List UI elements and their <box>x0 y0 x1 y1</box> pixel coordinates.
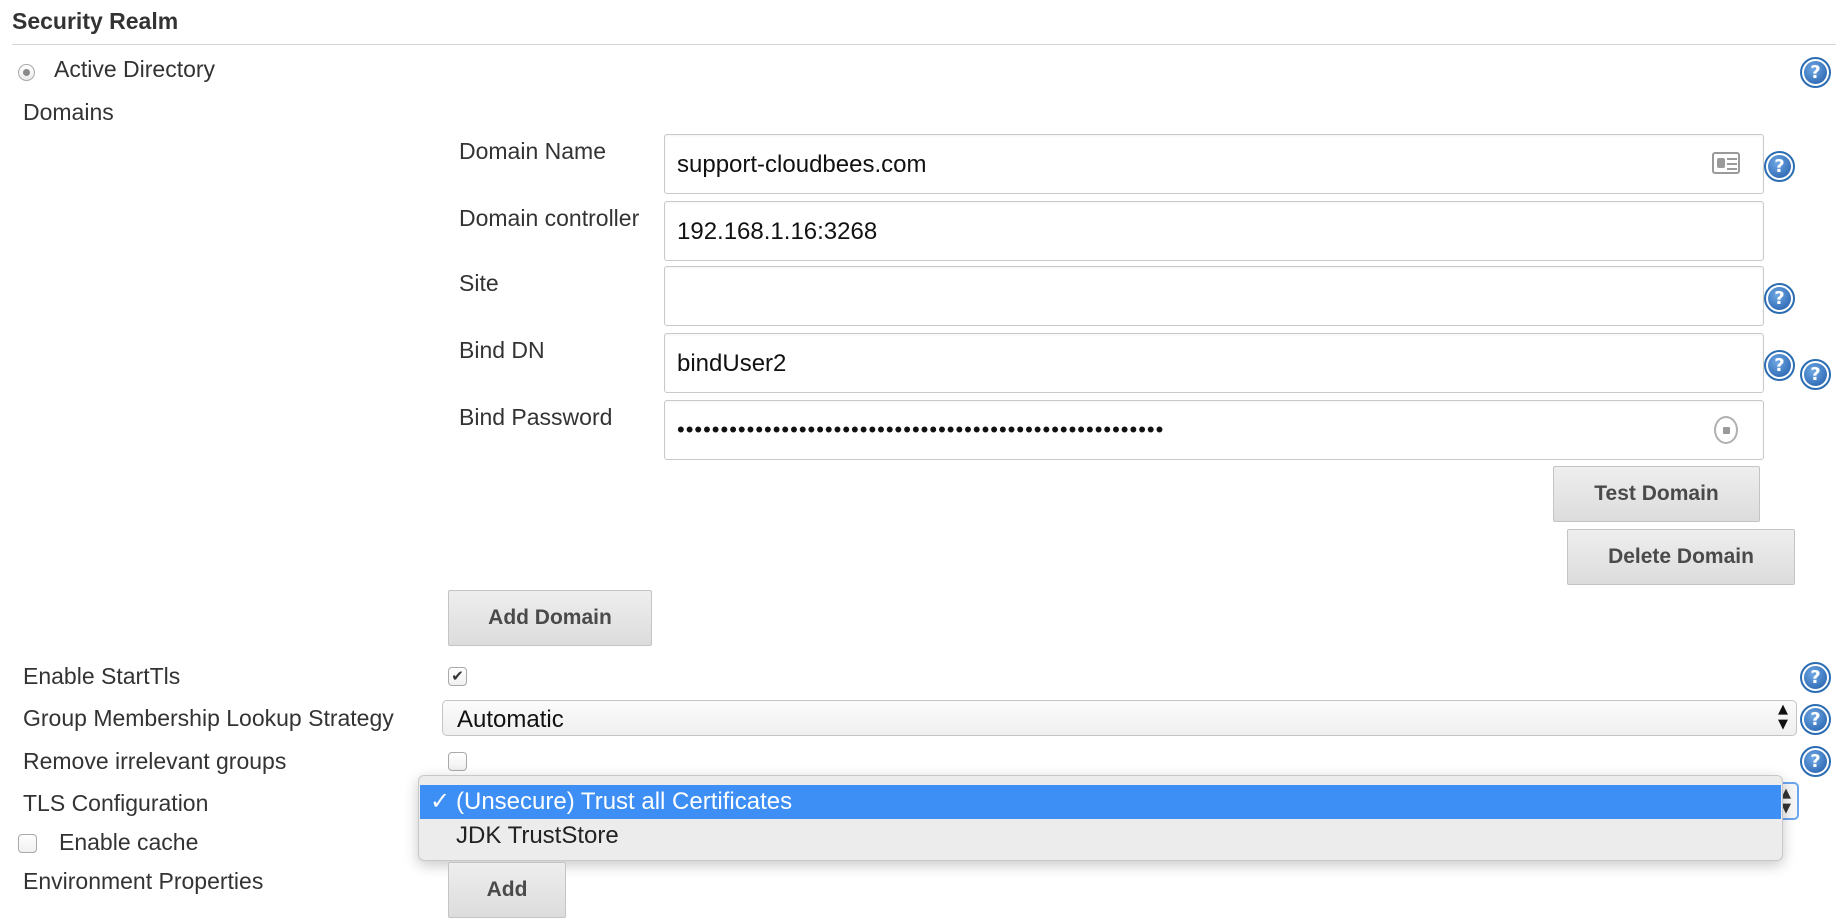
add-environment-property-button[interactable]: Add <box>448 862 566 918</box>
enable-starttls-checkbox[interactable]: ✔ <box>448 667 467 686</box>
bind-dn-value: bindUser2 <box>677 350 787 377</box>
help-glyph: ? <box>1804 61 1827 84</box>
tls-configuration-dropdown[interactable]: ✓ (Unsecure) Trust all Certificates JDK … <box>418 775 1783 861</box>
group-lookup-value: Automatic <box>457 706 564 733</box>
add-domain-button[interactable]: Add Domain <box>448 590 652 646</box>
domain-controller-value: 192.168.1.16:3268 <box>677 218 878 245</box>
check-icon: ✓ <box>430 788 451 815</box>
test-domain-button[interactable]: Test Domain <box>1553 466 1760 522</box>
enable-starttls-label: Enable StartTls <box>23 663 181 689</box>
select-arrows-icon: ▲ ▼ <box>1778 702 1788 732</box>
domains-label: Domains <box>23 99 114 125</box>
tls-option-label: JDK TrustStore <box>456 822 619 849</box>
section-divider <box>12 44 1836 45</box>
help-glyph: ? <box>1804 363 1827 386</box>
help-icon[interactable]: ? <box>1764 350 1795 381</box>
site-label: Site <box>459 270 499 296</box>
domain-name-label: Domain Name <box>459 138 606 164</box>
active-directory-label: Active Directory <box>54 56 216 82</box>
help-icon[interactable]: ? <box>1764 151 1795 182</box>
group-lookup-select[interactable]: Automatic ▲ ▼ <box>442 700 1797 736</box>
help-icon[interactable]: ? <box>1764 283 1795 314</box>
help-glyph: ? <box>1768 354 1791 377</box>
site-input[interactable] <box>664 266 1764 326</box>
section-title: Security Realm <box>12 8 179 34</box>
active-directory-radio[interactable] <box>18 64 35 81</box>
domain-controller-label: Domain controller <box>459 205 640 231</box>
help-icon[interactable]: ? <box>1800 359 1831 390</box>
environment-properties-label: Environment Properties <box>23 868 264 894</box>
help-glyph: ? <box>1804 750 1827 773</box>
help-glyph: ? <box>1768 155 1791 178</box>
password-lock-icon[interactable] <box>1714 416 1738 444</box>
help-glyph: ? <box>1804 708 1827 731</box>
bind-password-label: Bind Password <box>459 404 613 430</box>
delete-domain-button[interactable]: Delete Domain <box>1567 529 1795 585</box>
bind-dn-input[interactable]: bindUser2 <box>664 333 1764 393</box>
help-icon[interactable]: ? <box>1800 662 1831 693</box>
domain-controller-input[interactable]: 192.168.1.16:3268 <box>664 201 1764 261</box>
enable-cache-label: Enable cache <box>59 829 199 855</box>
domain-name-value: support-cloudbees.com <box>677 151 927 178</box>
bind-password-value: ••••••••••••••••••••••••••••••••••••••••… <box>677 417 1165 442</box>
contact-card-icon[interactable] <box>1712 152 1740 174</box>
bind-dn-label: Bind DN <box>459 337 545 363</box>
help-icon[interactable]: ? <box>1800 57 1831 88</box>
remove-irrelevant-groups-label: Remove irrelevant groups <box>23 748 287 774</box>
bind-password-input[interactable]: ••••••••••••••••••••••••••••••••••••••••… <box>664 400 1764 460</box>
domain-name-input[interactable]: support-cloudbees.com <box>664 134 1764 194</box>
remove-irrelevant-groups-checkbox[interactable] <box>448 752 467 771</box>
tls-option-trust-all[interactable]: ✓ (Unsecure) Trust all Certificates <box>420 785 1781 819</box>
help-glyph: ? <box>1768 287 1791 310</box>
tls-configuration-label: TLS Configuration <box>23 790 209 816</box>
help-icon[interactable]: ? <box>1800 746 1831 777</box>
tls-option-jdk-truststore[interactable]: JDK TrustStore <box>420 819 1781 853</box>
help-glyph: ? <box>1804 666 1827 689</box>
group-lookup-label: Group Membership Lookup Strategy <box>23 705 394 731</box>
enable-cache-checkbox[interactable] <box>18 834 37 853</box>
tls-option-label: (Unsecure) Trust all Certificates <box>456 788 793 815</box>
help-icon[interactable]: ? <box>1800 704 1831 735</box>
